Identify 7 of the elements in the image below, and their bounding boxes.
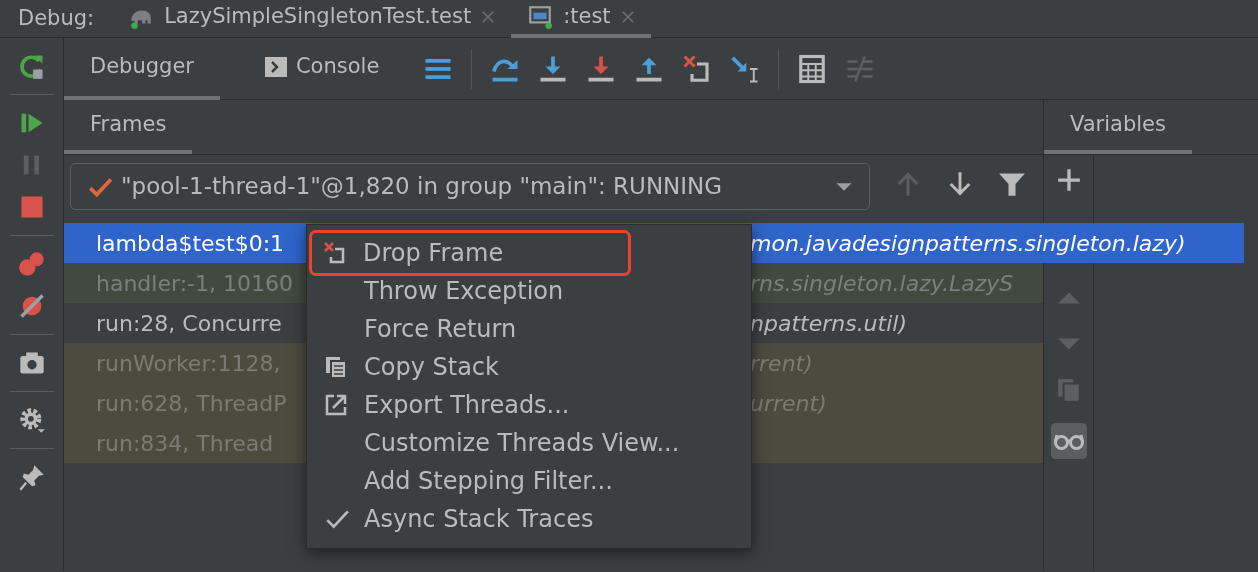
panel-title: Variables bbox=[1044, 99, 1192, 154]
frame-location: rns.singleton.lazy.LazyS bbox=[750, 269, 1014, 298]
panel-title: Frames bbox=[64, 99, 193, 154]
debug-label: Debug: bbox=[17, 4, 96, 32]
frame-method: handler:-1, 10160 bbox=[96, 269, 294, 298]
frame-method: lambda$test$0:1 bbox=[96, 229, 286, 258]
frame-location: mon.javadesignpatterns.singleton.lazy) bbox=[750, 229, 1186, 258]
